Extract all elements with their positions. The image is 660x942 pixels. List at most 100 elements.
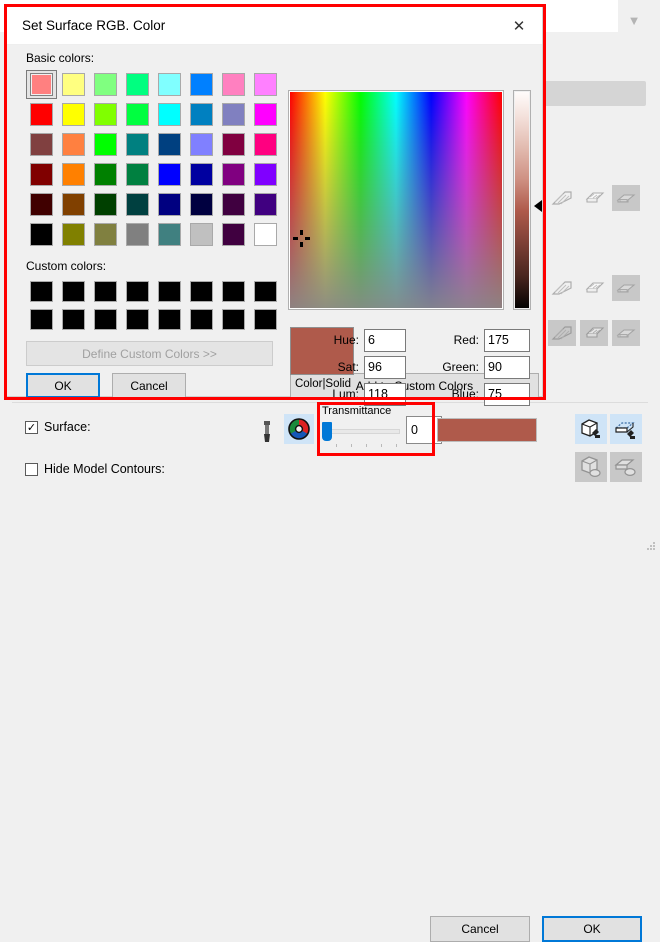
dialog-ok-button[interactable]: OK xyxy=(26,373,100,398)
custom-color-swatch[interactable] xyxy=(26,278,57,305)
custom-color-swatch[interactable] xyxy=(122,278,153,305)
fill-surface-button[interactable] xyxy=(575,414,607,444)
bottom-ok-button[interactable]: OK xyxy=(542,916,642,942)
basic-color-swatch[interactable] xyxy=(26,220,57,249)
basic-color-swatch[interactable] xyxy=(90,190,121,219)
surface-color-swatch[interactable] xyxy=(437,418,537,442)
custom-color-swatch[interactable] xyxy=(58,278,89,305)
hatch-flat-icon[interactable] xyxy=(612,320,640,346)
basic-color-swatch[interactable] xyxy=(250,100,281,129)
hatch-flat-icon[interactable] xyxy=(612,275,640,301)
luminance-bar[interactable] xyxy=(513,90,531,310)
basic-color-swatch[interactable] xyxy=(218,220,249,249)
basic-color-swatch[interactable] xyxy=(90,130,121,159)
custom-color-swatch[interactable] xyxy=(218,278,249,305)
color-spectrum[interactable] xyxy=(288,90,504,310)
basic-color-swatch[interactable] xyxy=(122,130,153,159)
hide-model-contours-checkbox[interactable] xyxy=(25,462,38,476)
basic-color-swatch[interactable] xyxy=(90,70,121,99)
basic-color-swatch[interactable] xyxy=(58,100,89,129)
basic-color-swatch[interactable] xyxy=(218,70,249,99)
basic-color-swatch[interactable] xyxy=(122,190,153,219)
hue-input[interactable]: 6 xyxy=(364,329,406,352)
transmittance-track[interactable] xyxy=(322,429,400,434)
hatch-flat-icon[interactable] xyxy=(612,185,640,211)
bottom-cancel-button[interactable]: Cancel xyxy=(430,916,530,942)
basic-color-swatch[interactable] xyxy=(250,190,281,219)
custom-color-swatch[interactable] xyxy=(250,278,281,305)
hatch-slab-icon[interactable] xyxy=(580,275,608,301)
custom-color-swatch[interactable] xyxy=(154,278,185,305)
custom-color-swatch[interactable] xyxy=(26,306,57,333)
basic-color-swatch[interactable] xyxy=(250,220,281,249)
hatch-triangle-icon[interactable] xyxy=(548,185,576,211)
custom-color-swatch[interactable] xyxy=(250,306,281,333)
basic-color-swatch[interactable] xyxy=(154,100,185,129)
transmittance-thumb[interactable] xyxy=(322,422,332,441)
custom-color-swatch[interactable] xyxy=(154,306,185,333)
surface-checkbox-row[interactable]: ✓ Surface: xyxy=(25,420,91,434)
basic-color-swatch[interactable] xyxy=(26,100,57,129)
resize-grip[interactable] xyxy=(646,540,656,550)
basic-color-swatch[interactable] xyxy=(186,100,217,129)
basic-color-swatch[interactable] xyxy=(250,70,281,99)
transmittance-slider[interactable] xyxy=(322,422,400,447)
custom-color-swatch[interactable] xyxy=(90,278,121,305)
chevron-down-icon[interactable]: ▼ xyxy=(625,14,643,28)
eyedropper-icon[interactable] xyxy=(258,420,276,444)
basic-color-swatch[interactable] xyxy=(218,130,249,159)
basic-color-swatch[interactable] xyxy=(90,100,121,129)
basic-color-swatch[interactable] xyxy=(122,70,153,99)
luminance-arrow-icon[interactable] xyxy=(534,200,542,212)
basic-color-swatch[interactable] xyxy=(218,190,249,219)
surface-checkbox[interactable]: ✓ xyxy=(25,420,38,434)
custom-color-swatch[interactable] xyxy=(122,306,153,333)
dialog-cancel-button[interactable]: Cancel xyxy=(112,373,186,398)
basic-color-swatch[interactable] xyxy=(26,160,57,189)
basic-color-swatch[interactable] xyxy=(58,190,89,219)
basic-color-swatch[interactable] xyxy=(154,190,185,219)
green-input[interactable]: 90 xyxy=(484,356,530,379)
basic-color-swatch[interactable] xyxy=(186,220,217,249)
hatch-triangle-icon[interactable] xyxy=(548,275,576,301)
basic-color-swatch[interactable] xyxy=(154,130,185,159)
color-wheel-button[interactable] xyxy=(284,414,314,444)
basic-color-swatch[interactable] xyxy=(58,70,89,99)
basic-colors-grid[interactable] xyxy=(26,70,281,249)
basic-color-swatch[interactable] xyxy=(186,70,217,99)
basic-color-swatch[interactable] xyxy=(218,100,249,129)
basic-color-swatch[interactable] xyxy=(250,160,281,189)
hatch-slab-icon[interactable] xyxy=(580,185,608,211)
basic-color-swatch[interactable] xyxy=(26,190,57,219)
custom-color-swatch[interactable] xyxy=(218,306,249,333)
custom-color-swatch[interactable] xyxy=(90,306,121,333)
basic-color-swatch[interactable] xyxy=(58,130,89,159)
fill-slab-button[interactable] xyxy=(610,414,642,444)
basic-color-swatch[interactable] xyxy=(90,160,121,189)
basic-color-swatch[interactable] xyxy=(26,70,57,99)
red-input[interactable]: 175 xyxy=(484,329,530,352)
basic-color-swatch[interactable] xyxy=(90,220,121,249)
basic-color-swatch[interactable] xyxy=(58,220,89,249)
sat-input[interactable]: 96 xyxy=(364,356,406,379)
custom-color-swatch[interactable] xyxy=(186,278,217,305)
define-custom-colors-button[interactable]: Define Custom Colors >> xyxy=(26,341,273,366)
custom-color-swatch[interactable] xyxy=(58,306,89,333)
basic-color-swatch[interactable] xyxy=(122,100,153,129)
blue-input[interactable]: 75 xyxy=(484,383,530,406)
basic-color-swatch[interactable] xyxy=(250,130,281,159)
hatch-slab-icon[interactable] xyxy=(580,320,608,346)
custom-colors-grid[interactable] xyxy=(26,278,281,333)
basic-color-swatch[interactable] xyxy=(26,130,57,159)
basic-color-swatch[interactable] xyxy=(154,70,185,99)
basic-color-swatch[interactable] xyxy=(186,190,217,219)
custom-color-swatch[interactable] xyxy=(186,306,217,333)
close-icon[interactable]: ✕ xyxy=(504,15,534,37)
basic-color-swatch[interactable] xyxy=(218,160,249,189)
hide-model-contours-row[interactable]: Hide Model Contours: xyxy=(25,462,165,476)
lum-input[interactable]: 118 xyxy=(364,383,406,406)
basic-color-swatch[interactable] xyxy=(58,160,89,189)
basic-color-swatch[interactable] xyxy=(122,220,153,249)
basic-color-swatch[interactable] xyxy=(122,160,153,189)
spectrum-crosshair-icon[interactable] xyxy=(293,230,310,247)
